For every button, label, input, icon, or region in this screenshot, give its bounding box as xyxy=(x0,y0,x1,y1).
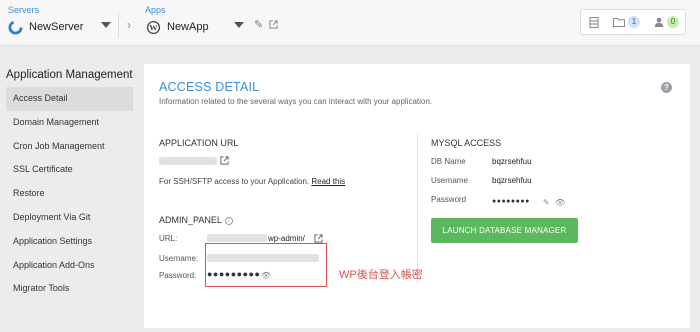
db-password-value[interactable]: ●●●●●●●● xyxy=(492,198,530,205)
chevron-right-icon: › xyxy=(127,18,131,32)
launch-database-manager-button[interactable]: LAUNCH DATABASE MANAGER xyxy=(431,218,578,243)
open-admin-url-icon[interactable] xyxy=(314,234,323,243)
admin-panel-label: ADMIN_PANEL xyxy=(159,215,222,225)
admin-panel-heading: ADMIN_PANEL i xyxy=(159,215,233,225)
edit-app-icon[interactable]: ✎ xyxy=(254,18,263,31)
application-url-value[interactable] xyxy=(159,157,217,165)
sidebar-item-cron-job-management[interactable]: Cron Job Management xyxy=(6,135,133,159)
edit-db-password-icon[interactable]: ✎ xyxy=(543,198,550,207)
read-this-link[interactable]: Read this xyxy=(311,177,345,186)
app-dropdown-icon[interactable] xyxy=(234,22,244,28)
mysql-access-heading: MYSQL ACCESS xyxy=(431,138,502,148)
server-dropdown-icon[interactable] xyxy=(101,22,111,28)
access-detail-card: ? ACCESS DETAIL Information related to t… xyxy=(144,64,690,328)
admin-url-host xyxy=(207,234,267,242)
admin-username-label: Username: xyxy=(159,254,199,263)
app-selector[interactable]: W NewApp xyxy=(146,17,209,37)
external-link-icon[interactable] xyxy=(269,20,278,29)
sidebar-item-domain-management[interactable]: Domain Management xyxy=(6,111,133,135)
annotation-highlight-box xyxy=(205,243,327,287)
db-username-value[interactable]: bqzrsehfuu xyxy=(492,176,532,185)
server-list-icon[interactable] xyxy=(589,16,599,28)
db-name-label: DB Name xyxy=(431,157,466,166)
servers-label: Servers xyxy=(8,5,40,15)
sidebar-item-migrator-tools[interactable]: Migrator Tools xyxy=(6,277,133,301)
show-db-password-icon[interactable]: 👁 xyxy=(555,198,565,207)
apps-label: Apps xyxy=(145,5,166,15)
admin-url-label: URL: xyxy=(159,234,178,243)
cloudways-logo-icon xyxy=(8,19,23,35)
admin-password-label: Password: xyxy=(159,271,197,280)
user-icon[interactable]: 0 xyxy=(654,16,679,28)
sidebar-item-ssl-certificate[interactable]: SSL Certificate xyxy=(6,158,133,182)
svg-text:W: W xyxy=(149,22,158,32)
folder-icon[interactable]: 1 xyxy=(613,16,640,28)
annotation-text: WP後台登入帳密 xyxy=(339,269,423,281)
server-name: NewServer xyxy=(29,21,84,33)
db-name-value[interactable]: bqzrsehfuu xyxy=(492,157,532,166)
admin-url-path[interactable]: wp-admin/ xyxy=(268,234,305,243)
top-bar: Servers NewServer › Apps W NewApp ✎ 1 0 xyxy=(0,0,700,46)
db-password-label: Password xyxy=(431,195,467,204)
page-title: ACCESS DETAIL xyxy=(159,80,260,94)
quick-actions: 1 0 xyxy=(580,9,686,35)
help-icon[interactable]: ? xyxy=(661,82,672,93)
open-url-icon[interactable] xyxy=(220,156,229,165)
folder-count-badge: 1 xyxy=(628,16,640,28)
sidebar-item-access-detail[interactable]: Access Detail xyxy=(6,87,133,111)
sidebar-item-deployment-via-git[interactable]: Deployment Via Git xyxy=(6,206,133,230)
user-count-badge: 0 xyxy=(667,16,679,28)
application-url-heading: APPLICATION URL xyxy=(159,138,239,148)
sidebar-item-restore[interactable]: Restore xyxy=(6,182,133,206)
wordpress-logo-icon: W xyxy=(146,20,161,34)
app-name: NewApp xyxy=(167,21,209,33)
sidebar-item-application-settings[interactable]: Application Settings xyxy=(6,230,133,254)
sidebar-item-application-add-ons[interactable]: Application Add-Ons xyxy=(6,254,133,278)
section-divider xyxy=(417,134,418,284)
ssh-info-label: For SSH/SFTP access to your Application. xyxy=(159,177,310,186)
divider xyxy=(118,12,119,38)
info-icon[interactable]: i xyxy=(224,217,233,225)
page-subtitle: Information related to the several ways … xyxy=(159,97,433,106)
sidebar-title: Application Management xyxy=(6,69,133,81)
ssh-info-text: For SSH/SFTP access to your Application.… xyxy=(159,177,345,186)
server-selector[interactable]: NewServer xyxy=(8,17,83,37)
sidebar-nav: Access Detail Domain Management Cron Job… xyxy=(6,87,133,301)
db-username-label: Username xyxy=(431,176,468,185)
